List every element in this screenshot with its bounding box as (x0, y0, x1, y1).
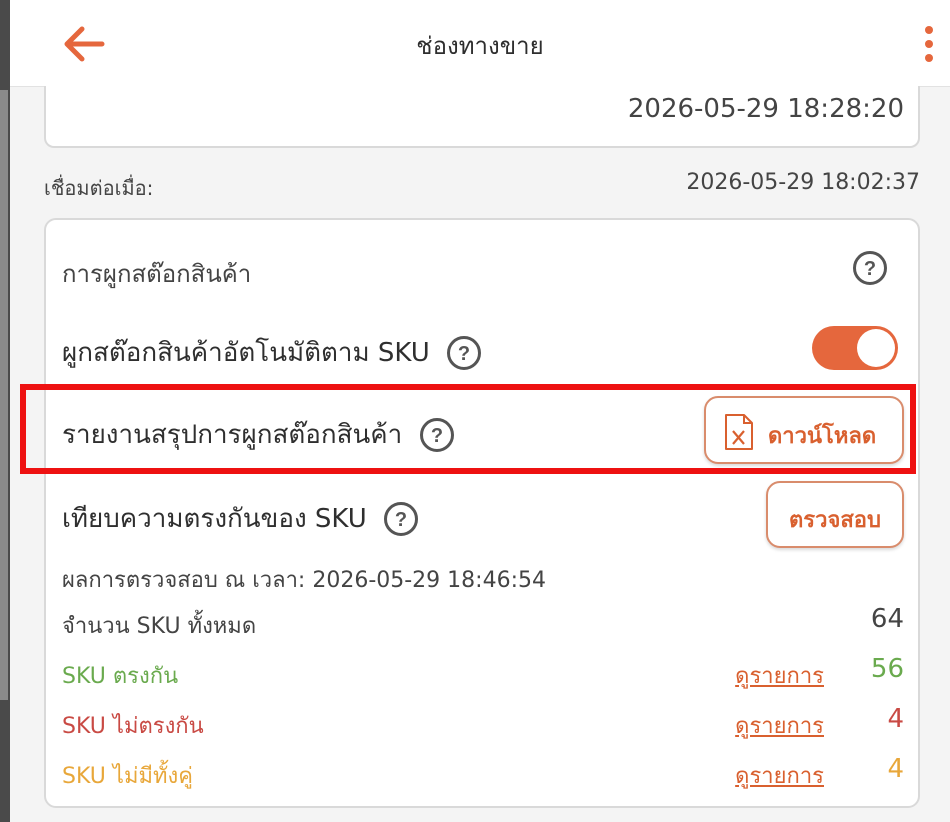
stat-total-row: จำนวน SKU ทั้งหมด 64 (62, 604, 904, 642)
stat-total-value: 64 (870, 604, 904, 634)
top-app-bar: ช่องทางขาย (10, 0, 950, 87)
connected-at-row: เชื่อมต่อเมื่อ: 2026-05-29 18:02:37 (44, 168, 920, 200)
stat-matched-row: SKU ตรงกัน ดูรายการ 56 (62, 654, 904, 693)
stat-mismatched-label: SKU ไม่ตรงกัน (62, 714, 204, 739)
svg-text:?: ? (458, 343, 470, 365)
connected-at-label: เชื่อมต่อเมื่อ: (44, 176, 154, 200)
auto-bind-label: ผูกสต๊อกสินค้าอัตโนมัติตาม SKU (62, 338, 430, 368)
last-sync-value: 2026-05-29 18:28:20 (627, 94, 904, 124)
stat-mismatched-row: SKU ไม่ตรงกัน ดูรายการ 4 (62, 704, 904, 743)
stat-missing-value: 4 (887, 754, 904, 784)
stat-missing-label: SKU ไม่มีทั้งคู่ (62, 764, 193, 789)
stat-matched-label: SKU ตรงกัน (62, 664, 179, 689)
check-label: ตรวจสอบ (789, 508, 881, 533)
stat-mismatched-value: 4 (887, 704, 904, 734)
check-button[interactable]: ตรวจสอบ (766, 481, 904, 548)
stat-total-label: จำนวน SKU ทั้งหมด (62, 614, 257, 639)
page-title: ช่องทางขาย (416, 32, 544, 60)
view-matched-link[interactable]: ดูรายการ (735, 658, 824, 693)
help-icon[interactable]: ? (383, 501, 419, 537)
highlight-box (20, 384, 916, 474)
sku-compare-row: เทียบความตรงกันของ SKU ? (62, 498, 419, 539)
view-missing-link[interactable]: ดูรายการ (735, 758, 824, 793)
help-icon[interactable]: ? (446, 335, 482, 371)
auto-bind-row: ผูกสต๊อกสินค้าอัตโนมัติตาม SKU ? (62, 332, 482, 373)
sku-compare-label: เทียบความตรงกันของ SKU (62, 504, 367, 534)
stat-missing-row: SKU ไม่มีทั้งคู่ ดูรายการ 4 (62, 754, 904, 793)
last-sync-card: 2026-05-29 18:28:20 (44, 86, 920, 148)
svg-text:?: ? (395, 509, 407, 531)
connected-at-value: 2026-05-29 18:02:37 (686, 170, 920, 195)
scrollbar-thumb[interactable] (0, 90, 8, 700)
kebab-menu-icon[interactable] (922, 24, 936, 64)
view-mismatched-link[interactable]: ดูรายการ (735, 708, 824, 743)
stat-matched-value: 56 (870, 654, 904, 684)
help-icon[interactable]: ? (852, 250, 888, 286)
toggle-knob (857, 329, 895, 367)
left-scrollbar[interactable] (0, 0, 10, 822)
stock-binding-title: การผูกสต๊อกสินค้า (62, 260, 252, 288)
svg-text:?: ? (864, 258, 876, 280)
auto-bind-toggle[interactable] (812, 326, 898, 370)
check-timestamp: ผลการตรวจสอบ ณ เวลา: 2026-05-29 18:46:54 (62, 568, 546, 593)
